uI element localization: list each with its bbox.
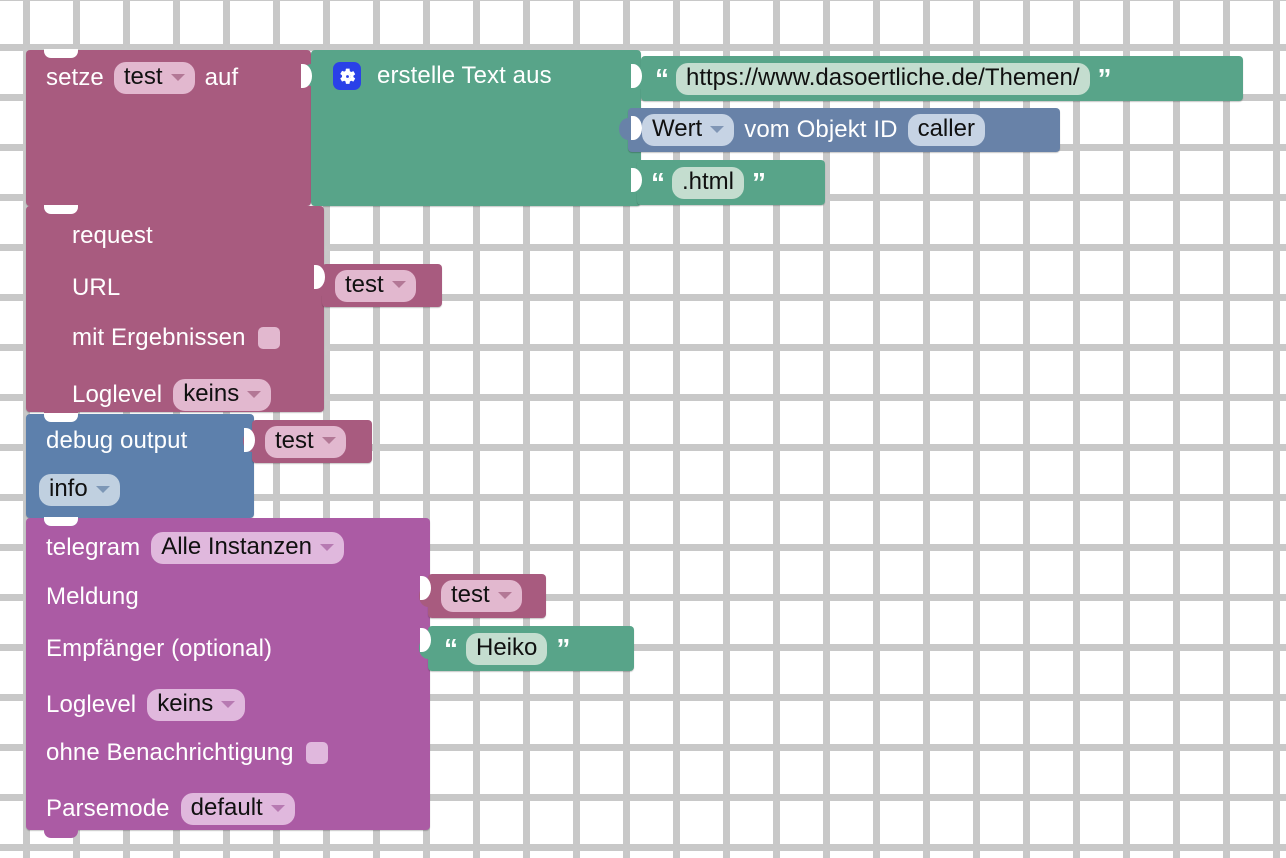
set-variable-dropdown[interactable]: test: [113, 62, 195, 94]
telegram-parsemode-value: default: [190, 794, 263, 821]
telegram-loglevel-label: Loglevel: [46, 691, 137, 718]
block-create-text[interactable]: erstelle Text aus: [302, 50, 642, 206]
request-loglevel-dropdown[interactable]: keins: [173, 379, 272, 411]
request-results-label: mit Ergebnissen: [72, 324, 246, 351]
telegram-silent-label: ohne Benachrichtigung: [46, 739, 294, 766]
chevron-down-icon: [270, 804, 285, 812]
block-notch-top: [44, 413, 78, 422]
chevron-down-icon: [221, 700, 236, 708]
telegram-instance-dropdown[interactable]: Alle Instanzen: [151, 532, 344, 564]
request-loglevel-value: keins: [183, 380, 240, 407]
telegram-recipient-field[interactable]: Heiko: [466, 632, 548, 665]
telegram-message-variable-dropdown[interactable]: test: [441, 580, 522, 612]
debug-variable-dropdown[interactable]: test: [265, 425, 346, 458]
request-url-variable-value: test: [345, 270, 384, 298]
open-quote-icon: “: [444, 632, 458, 664]
request-url-variable-dropdown[interactable]: test: [335, 269, 416, 302]
block-request[interactable]: request URL mit Ergebnissen Loglevel kei…: [26, 205, 325, 420]
chevron-down-icon: [319, 543, 334, 551]
set-variable-label: setze: [46, 64, 104, 91]
request-title: request: [72, 222, 153, 249]
set-variable-to-label: auf: [204, 64, 239, 91]
block-text-extension[interactable]: “ .html ”: [628, 160, 825, 205]
chevron-down-icon: [710, 125, 725, 133]
chevron-down-icon: [247, 390, 262, 398]
telegram-loglevel-value: keins: [157, 690, 214, 717]
object-value-selector[interactable]: Wert: [642, 114, 735, 146]
block-debug-output[interactable]: debug output info: [26, 413, 255, 526]
block-notch-top: [44, 517, 78, 526]
chevron-down-icon: [497, 591, 512, 599]
block-notch-top: [44, 49, 78, 58]
block-variable-request-url[interactable]: test: [313, 264, 442, 307]
telegram-loglevel-dropdown[interactable]: keins: [147, 689, 246, 721]
chevron-down-icon: [391, 281, 406, 288]
telegram-message-variable-value: test: [451, 581, 490, 608]
close-quote-icon: ”: [556, 632, 570, 664]
create-text-label: erstelle Text aus: [377, 62, 552, 89]
block-variable-telegram-message[interactable]: test: [419, 574, 546, 618]
telegram-instance-value: Alle Instanzen: [161, 533, 312, 560]
telegram-recipient-label: Empfänger (optional): [46, 635, 273, 662]
chevron-down-icon: [95, 485, 110, 493]
block-text-url[interactable]: “ https://www.dasoertliche.de/Themen/ ”: [632, 56, 1243, 101]
telegram-label: telegram: [46, 534, 141, 561]
block-text-telegram-recipient[interactable]: “ Heiko ”: [419, 626, 634, 671]
object-value-label: vom Objekt ID: [744, 116, 898, 143]
block-object-value[interactable]: Wert vom Objekt ID caller: [619, 108, 1060, 152]
text-url-field[interactable]: https://www.dasoertliche.de/Themen/: [676, 62, 1090, 95]
object-id-field[interactable]: caller: [907, 114, 985, 146]
chevron-down-icon: [321, 437, 336, 444]
block-telegram[interactable]: telegram Alle Instanzen Meldung Empfänge…: [26, 517, 431, 838]
block-notch-bottom: [44, 829, 78, 838]
object-value-selector-value: Wert: [652, 115, 703, 142]
telegram-parsemode-dropdown[interactable]: default: [180, 793, 295, 825]
gear-icon[interactable]: [333, 62, 361, 90]
telegram-parsemode-label: Parsemode: [46, 795, 170, 822]
close-quote-icon: ”: [752, 166, 766, 198]
debug-variable-value: test: [275, 426, 314, 454]
request-results-checkbox[interactable]: [257, 327, 280, 349]
open-quote-icon: “: [651, 166, 665, 198]
telegram-message-label: Meldung: [46, 583, 139, 610]
chevron-down-icon: [170, 73, 185, 81]
debug-output-level-dropdown[interactable]: info: [39, 474, 120, 506]
open-quote-icon: “: [655, 62, 669, 94]
blockly-workspace[interactable]: setze test auf erstelle Text aus “ https…: [0, 0, 1286, 858]
block-notch-top: [44, 205, 78, 214]
block-set-variable[interactable]: setze test auf: [26, 49, 312, 214]
block-variable-debug[interactable]: test: [243, 420, 372, 463]
debug-output-level-value: info: [49, 475, 88, 502]
close-quote-icon: ”: [1097, 62, 1112, 94]
debug-output-label: debug output: [46, 427, 188, 454]
telegram-silent-checkbox[interactable]: [305, 742, 328, 764]
set-variable-dropdown-value: test: [123, 63, 163, 90]
request-url-label: URL: [72, 274, 121, 301]
request-loglevel-label: Loglevel: [72, 381, 163, 408]
text-extension-field[interactable]: .html: [672, 166, 745, 199]
